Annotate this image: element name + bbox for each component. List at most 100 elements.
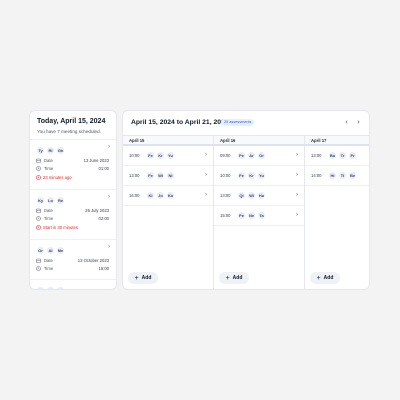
avatar: Ar (247, 151, 256, 160)
time-slot[interactable]: 10:00 Fe Kr Yu › (214, 166, 304, 186)
avatar: Wi (156, 171, 165, 180)
chevron-right-icon[interactable]: › (205, 172, 207, 178)
calendar-columns: April 15 10:00 Fe Kr Yu › 13:00 Fe Wi Ni… (123, 135, 369, 289)
avatar: Ti (338, 171, 347, 180)
plus-icon: + (316, 274, 321, 282)
chevron-right-icon[interactable]: › (205, 192, 207, 198)
avatar: Lo (46, 196, 55, 205)
time-slot[interactable]: 09:00 Pe Ar Or › (214, 146, 304, 166)
add-button-label: Add (141, 275, 152, 281)
slot-time: 14:00 (311, 173, 322, 178)
add-button-label: Add (323, 275, 334, 281)
avatar: Bo (46, 286, 55, 289)
slot-time: 15:00 (220, 213, 231, 218)
status-text: Start in 30 minutes (43, 225, 78, 230)
calendar-icon (36, 258, 41, 263)
avatar: Gh (56, 146, 65, 155)
avatar: Fr (348, 151, 357, 160)
avatar: Or (257, 151, 266, 160)
chevron-right-icon[interactable]: › (296, 152, 298, 158)
add-button[interactable]: + Add (310, 272, 340, 284)
panel-header: Today, April 15, 2024 You have 7 meeting… (30, 111, 116, 140)
date-label: Date (44, 208, 53, 213)
meeting-time: 01:00 (98, 166, 109, 171)
avatar: Fe (146, 151, 155, 160)
time-slot[interactable]: 13:00 Bo Tr Fr (305, 146, 369, 166)
avatar: Ne (247, 211, 256, 220)
avatar: Yu (257, 171, 266, 180)
status-badge: 23 minutes ago (36, 175, 109, 180)
avatar: Ri (46, 146, 55, 155)
chevron-right-icon[interactable]: › (296, 172, 298, 178)
time-label: Time (44, 266, 54, 271)
meeting-time: 15:00 (98, 266, 109, 271)
avatar: Ty (36, 146, 45, 155)
avatar: Jo (156, 191, 165, 200)
meeting-card[interactable]: Bi Bo Ni (30, 280, 116, 289)
calendar-icon (36, 158, 41, 163)
time-slot[interactable]: 13:00 Fe Wi Ni › (123, 166, 213, 186)
plus-icon: + (225, 274, 230, 282)
chevron-right-icon[interactable]: › (354, 118, 363, 127)
avatar: Tr (338, 151, 347, 160)
meeting-card[interactable]: › Or Al Me Date 13 October 2023 Time 15:… (30, 240, 116, 280)
time-slot[interactable]: 15:00 Pe Ne Ta › (214, 206, 304, 226)
panel-subtitle: You have 7 meeting scheduled. (37, 129, 101, 134)
time-label: Time (44, 166, 54, 171)
time-slot[interactable]: 10:00 Fe Kr Yu › (123, 146, 213, 166)
add-button[interactable]: + Add (128, 272, 158, 284)
day-column: April 16 09:00 Pe Ar Or › 10:00 Fe Kr Yu… (214, 136, 305, 289)
chevron-right-icon[interactable]: › (108, 244, 110, 250)
chevron-right-icon[interactable]: › (296, 192, 298, 198)
avatar: Bi (36, 286, 45, 289)
time-slot[interactable]: 14:00 Hi Ti Be (305, 166, 369, 186)
avatar: Fe (146, 171, 155, 180)
panel-title: Today, April 15, 2024 (37, 118, 106, 125)
meeting-date: 13 October 2023 (77, 258, 109, 263)
day-header: April 16 (214, 136, 304, 146)
meeting-date: 13 June 2023 (83, 158, 109, 163)
avatar: Hi (328, 171, 337, 180)
avatar: Wi (247, 191, 256, 200)
calendar-icon (36, 208, 41, 213)
time-slot[interactable]: 13:00 Qi Wi Hu › (214, 186, 304, 206)
add-button-label: Add (232, 275, 243, 281)
assessments-badge: 25 assessments (221, 119, 255, 126)
avatar: Pe (237, 151, 246, 160)
chevron-right-icon[interactable]: › (205, 152, 207, 158)
chevron-right-icon[interactable]: › (108, 144, 110, 150)
avatar: Ta (257, 211, 266, 220)
day-column: April 15 10:00 Fe Kr Yu › 13:00 Fe Wi Ni… (123, 136, 214, 289)
chevron-right-icon[interactable]: › (296, 212, 298, 218)
clock-icon (36, 216, 41, 221)
chevron-left-icon[interactable]: ‹ (342, 118, 351, 127)
clock-icon (36, 166, 41, 171)
avatar: Fe (237, 171, 246, 180)
avatar: Ni (166, 171, 175, 180)
date-label: Date (44, 158, 53, 163)
slot-time: 13:00 (129, 173, 140, 178)
slot-time: 16:00 (129, 193, 140, 198)
slot-time: 13:00 (311, 153, 322, 158)
meeting-card[interactable]: › Ty Ri Gh Date 13 June 2023 Time 01:00 … (30, 140, 116, 190)
status-badge: Start in 30 minutes (36, 225, 109, 230)
avatar: Kr (247, 171, 256, 180)
clock-icon (36, 266, 41, 271)
add-button[interactable]: + Add (219, 272, 249, 284)
chevron-right-icon[interactable]: › (108, 194, 110, 200)
weekly-calendar: April 15, 2024 to April 21, 2024 25 asse… (122, 110, 370, 290)
meeting-time: 02:00 (98, 216, 109, 221)
avatar: Me (56, 246, 65, 255)
clock-icon (36, 175, 41, 180)
meeting-card[interactable]: › Ky Lo Re Date 26 July 2023 Time 02:00 … (30, 190, 116, 240)
avatar: Or (36, 246, 45, 255)
time-slot[interactable]: 16:00 Ki Jo Ko › (123, 186, 213, 206)
slot-time: 09:00 (220, 153, 231, 158)
avatar: Ki (146, 191, 155, 200)
plus-icon: + (134, 274, 139, 282)
slot-time: 10:00 (129, 153, 140, 158)
todays-meetings-panel: Today, April 15, 2024 You have 7 meeting… (29, 110, 117, 290)
avatar: Kr (156, 151, 165, 160)
clock-icon (36, 225, 41, 230)
slot-time: 13:00 (220, 193, 231, 198)
